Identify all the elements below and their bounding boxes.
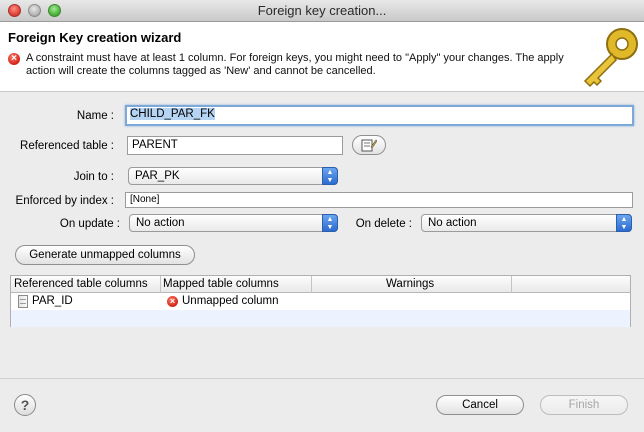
on-delete-label: On delete : — [355, 218, 412, 230]
header-mapped-columns[interactable]: Mapped table columns — [163, 278, 279, 290]
column-icon — [18, 295, 28, 308]
window-titlebar: Foreign key creation... — [0, 0, 644, 22]
table-row[interactable]: PAR_ID × Unmapped column — [11, 293, 630, 310]
join-to-label: Join to : — [73, 171, 114, 183]
error-message: A constraint must have at least 1 column… — [26, 52, 564, 77]
generate-unmapped-columns-button[interactable]: Generate unmapped columns — [15, 245, 195, 265]
mapped-column-cell: Unmapped column — [182, 295, 279, 307]
referenced-column-cell: PAR_ID — [32, 295, 73, 307]
on-update-value: No action — [136, 217, 185, 229]
error-icon: × — [167, 296, 178, 307]
chevron-updown-icon: ▲ ▼ — [322, 214, 338, 232]
column-divider[interactable] — [311, 276, 312, 293]
key-icon — [583, 28, 638, 88]
error-icon: × — [8, 53, 20, 65]
cancel-button[interactable]: Cancel — [436, 395, 524, 415]
footer-divider — [0, 378, 644, 379]
name-label: Name : — [76, 110, 114, 122]
chevron-updown-icon: ▲ ▼ — [616, 214, 632, 232]
chevron-updown-icon: ▲ ▼ — [322, 167, 338, 185]
header-referenced-columns[interactable]: Referenced table columns — [14, 278, 148, 290]
column-divider[interactable] — [511, 276, 512, 293]
browse-table-button[interactable] — [352, 135, 386, 155]
window-title: Foreign key creation... — [257, 3, 387, 18]
table-row-empty — [11, 310, 630, 327]
enforced-by-index-label: Enforced by index : — [15, 195, 114, 207]
name-value: CHILD_PAR_FK — [130, 108, 215, 120]
wizard-header: Foreign Key creation wizard × A constrai… — [0, 22, 644, 92]
browse-table-icon — [361, 139, 378, 152]
finish-button[interactable]: Finish — [540, 395, 628, 415]
table-header: Referenced table columns Mapped table co… — [11, 276, 630, 293]
referenced-table-label: Referenced table : — [20, 140, 114, 152]
name-input[interactable]: CHILD_PAR_FK — [125, 105, 634, 126]
join-to-value: PAR_PK — [135, 170, 180, 182]
on-update-label: On update : — [59, 218, 120, 230]
on-update-select[interactable]: No action ▲ ▼ — [129, 214, 338, 232]
join-to-select[interactable]: PAR_PK ▲ ▼ — [128, 167, 338, 185]
on-delete-select[interactable]: No action ▲ ▼ — [421, 214, 632, 232]
column-divider[interactable] — [160, 276, 161, 293]
enforced-by-index-field[interactable]: [None] — [125, 192, 633, 208]
on-delete-value: No action — [428, 217, 477, 229]
referenced-table-field[interactable]: PARENT — [127, 136, 343, 155]
column-mapping-table: Referenced table columns Mapped table co… — [10, 275, 631, 327]
help-icon[interactable]: ? — [14, 394, 36, 416]
wizard-title: Foreign Key creation wizard — [8, 30, 182, 45]
header-warnings[interactable]: Warnings — [386, 278, 434, 290]
